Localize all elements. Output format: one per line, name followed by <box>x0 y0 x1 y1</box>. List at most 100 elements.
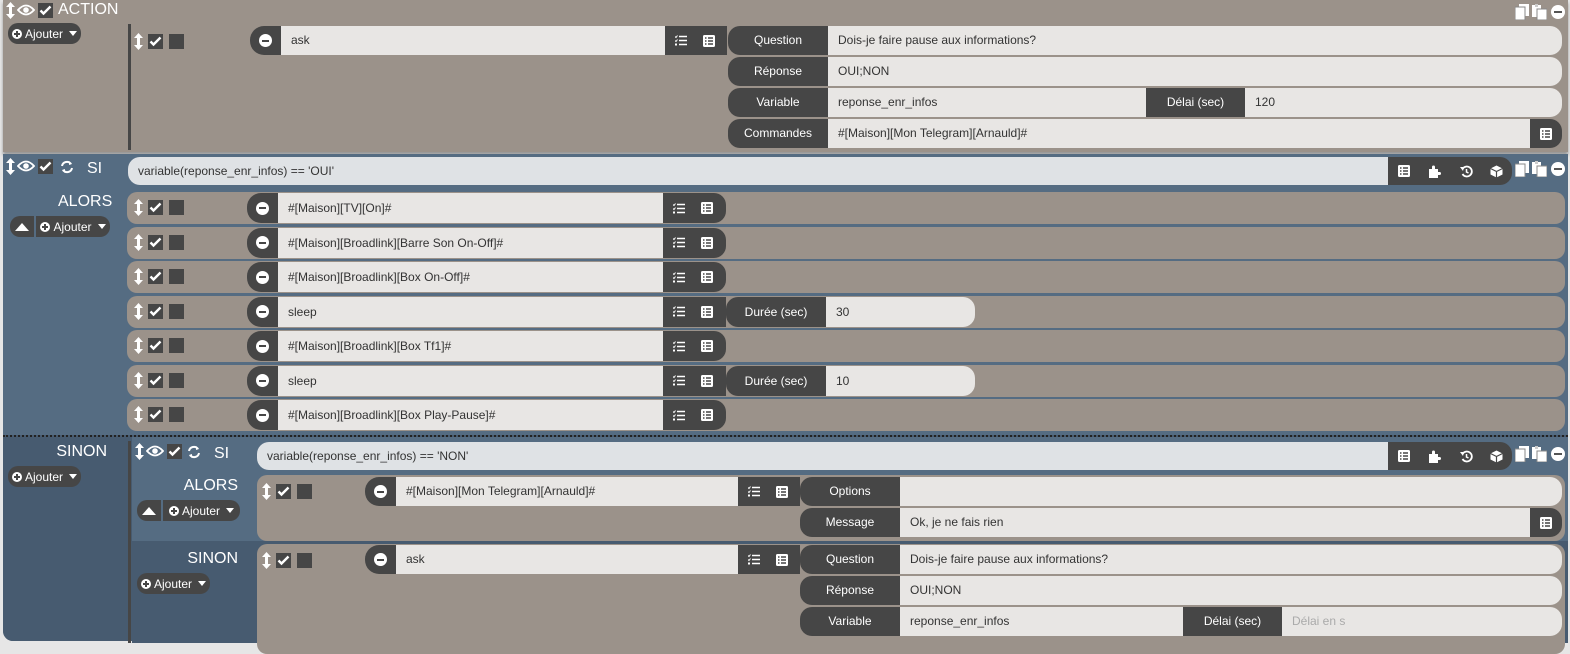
parallel-checkbox[interactable] <box>169 407 184 422</box>
enable-checkbox[interactable] <box>148 234 163 250</box>
remove-block-icon[interactable] <box>1551 5 1565 19</box>
parallel-checkbox[interactable] <box>169 234 184 250</box>
enable-checkbox[interactable] <box>148 407 163 422</box>
remove-command-button[interactable] <box>247 296 278 327</box>
variable-input[interactable]: reponse_enr_infos <box>900 607 1183 636</box>
list-icon[interactable] <box>699 331 715 361</box>
list-check-icon[interactable] <box>746 477 762 506</box>
eye-icon[interactable] <box>17 159 35 173</box>
enable-checkbox[interactable] <box>148 200 163 215</box>
command-input[interactable]: ask <box>281 26 665 55</box>
list-check-icon[interactable] <box>671 331 687 361</box>
add-button[interactable]: Ajouter <box>8 466 81 487</box>
list-icon[interactable] <box>701 26 717 55</box>
remove-command-button[interactable] <box>247 400 278 430</box>
remove-command-button[interactable] <box>247 227 278 258</box>
list-icon[interactable] <box>1396 157 1412 185</box>
enable-checkbox[interactable] <box>38 3 53 18</box>
command-input[interactable]: #[Maison][Broadlink][Box Play-Pause]# <box>278 400 663 430</box>
history-icon[interactable] <box>1458 157 1474 185</box>
add-button[interactable]: Ajouter <box>8 23 81 44</box>
enable-checkbox[interactable] <box>167 444 182 459</box>
question-input[interactable]: Dois-je faire pause aux informations? <box>828 26 1562 55</box>
add-button[interactable]: Ajouter <box>36 216 110 237</box>
copy-icon[interactable] <box>1515 4 1529 20</box>
enable-checkbox[interactable] <box>148 303 163 319</box>
drag-handle-icon[interactable] <box>261 483 271 500</box>
drag-handle-icon[interactable] <box>5 158 15 175</box>
add-button[interactable]: Ajouter <box>137 573 210 594</box>
remove-command-button[interactable] <box>365 545 396 574</box>
list-icon[interactable] <box>699 366 715 396</box>
question-input[interactable]: Dois-je faire pause aux informations? <box>900 545 1562 574</box>
eye-icon[interactable] <box>17 3 35 17</box>
copy-icon[interactable] <box>1515 446 1529 462</box>
list-icon[interactable] <box>699 193 715 223</box>
duree-input[interactable]: 30 <box>826 296 975 327</box>
drag-handle-icon[interactable] <box>133 406 143 423</box>
list-check-icon[interactable] <box>746 545 762 574</box>
enable-checkbox[interactable] <box>148 34 163 49</box>
collapse-button[interactable] <box>137 500 161 521</box>
enable-checkbox[interactable] <box>276 484 291 499</box>
parallel-checkbox[interactable] <box>297 553 312 568</box>
drag-handle-icon[interactable] <box>133 302 143 320</box>
list-icon[interactable] <box>699 297 715 327</box>
puzzle-icon[interactable] <box>1426 157 1442 185</box>
sync-icon[interactable] <box>186 444 202 460</box>
list-check-icon[interactable] <box>671 262 687 292</box>
enable-checkbox[interactable] <box>148 269 163 284</box>
remove-command-button[interactable] <box>365 477 396 506</box>
list-check-icon[interactable] <box>671 400 687 430</box>
paste-icon[interactable] <box>1532 161 1547 177</box>
delai-input[interactable]: Délai en s <box>1282 607 1562 636</box>
eye-icon[interactable] <box>146 444 164 458</box>
command-input[interactable]: #[Maison][Mon Telegram][Arnauld]# <box>396 477 738 506</box>
remove-command-button[interactable] <box>247 193 278 223</box>
command-input[interactable]: sleep <box>278 365 663 396</box>
parallel-checkbox[interactable] <box>169 303 184 319</box>
options-input[interactable] <box>900 477 1562 506</box>
duree-input[interactable]: 10 <box>826 365 975 396</box>
list-check-icon[interactable] <box>671 297 687 327</box>
remove-command-button[interactable] <box>247 365 278 396</box>
command-input[interactable]: #[Maison][Broadlink][Box On-Off]# <box>278 262 663 292</box>
command-input[interactable]: ask <box>396 545 738 574</box>
variable-input[interactable]: reponse_enr_infos <box>828 88 1146 117</box>
drag-handle-icon[interactable] <box>133 199 143 216</box>
list-icon[interactable] <box>699 262 715 292</box>
list-check-icon[interactable] <box>673 26 689 55</box>
commandes-select-button[interactable] <box>1530 119 1562 148</box>
list-icon[interactable] <box>1396 442 1412 470</box>
parallel-checkbox[interactable] <box>169 372 184 388</box>
drag-handle-icon[interactable] <box>133 371 143 389</box>
list-icon[interactable] <box>699 228 715 258</box>
paste-icon[interactable] <box>1532 446 1547 462</box>
collapse-button[interactable] <box>10 216 34 237</box>
cube-icon[interactable] <box>1488 442 1504 470</box>
enable-checkbox[interactable] <box>148 338 163 353</box>
drag-handle-icon[interactable] <box>133 337 143 354</box>
paste-icon[interactable] <box>1532 4 1547 20</box>
list-icon[interactable] <box>774 477 790 506</box>
command-input[interactable]: #[Maison][Broadlink][Barre Son On-Off]# <box>278 227 663 258</box>
commandes-input[interactable]: #[Maison][Mon Telegram][Arnauld]# <box>828 119 1530 148</box>
parallel-checkbox[interactable] <box>169 34 184 49</box>
parallel-checkbox[interactable] <box>297 484 312 499</box>
copy-icon[interactable] <box>1515 161 1529 177</box>
nested-condition-input[interactable]: variable(reponse_enr_infos) == 'NON' <box>257 442 1388 470</box>
drag-handle-icon[interactable] <box>261 552 271 569</box>
history-icon[interactable] <box>1458 442 1474 470</box>
command-input[interactable]: #[Maison][TV][On]# <box>278 193 663 223</box>
remove-command-button[interactable] <box>250 26 281 55</box>
sync-icon[interactable] <box>59 159 75 175</box>
list-check-icon[interactable] <box>671 366 687 396</box>
list-check-icon[interactable] <box>671 193 687 223</box>
condition-input[interactable]: variable(reponse_enr_infos) == 'OUI' <box>128 157 1388 185</box>
enable-checkbox[interactable] <box>148 372 163 388</box>
remove-command-button[interactable] <box>247 331 278 361</box>
remove-block-icon[interactable] <box>1551 162 1565 176</box>
cube-icon[interactable] <box>1488 157 1504 185</box>
list-check-icon[interactable] <box>671 228 687 258</box>
drag-handle-icon[interactable] <box>134 443 144 460</box>
